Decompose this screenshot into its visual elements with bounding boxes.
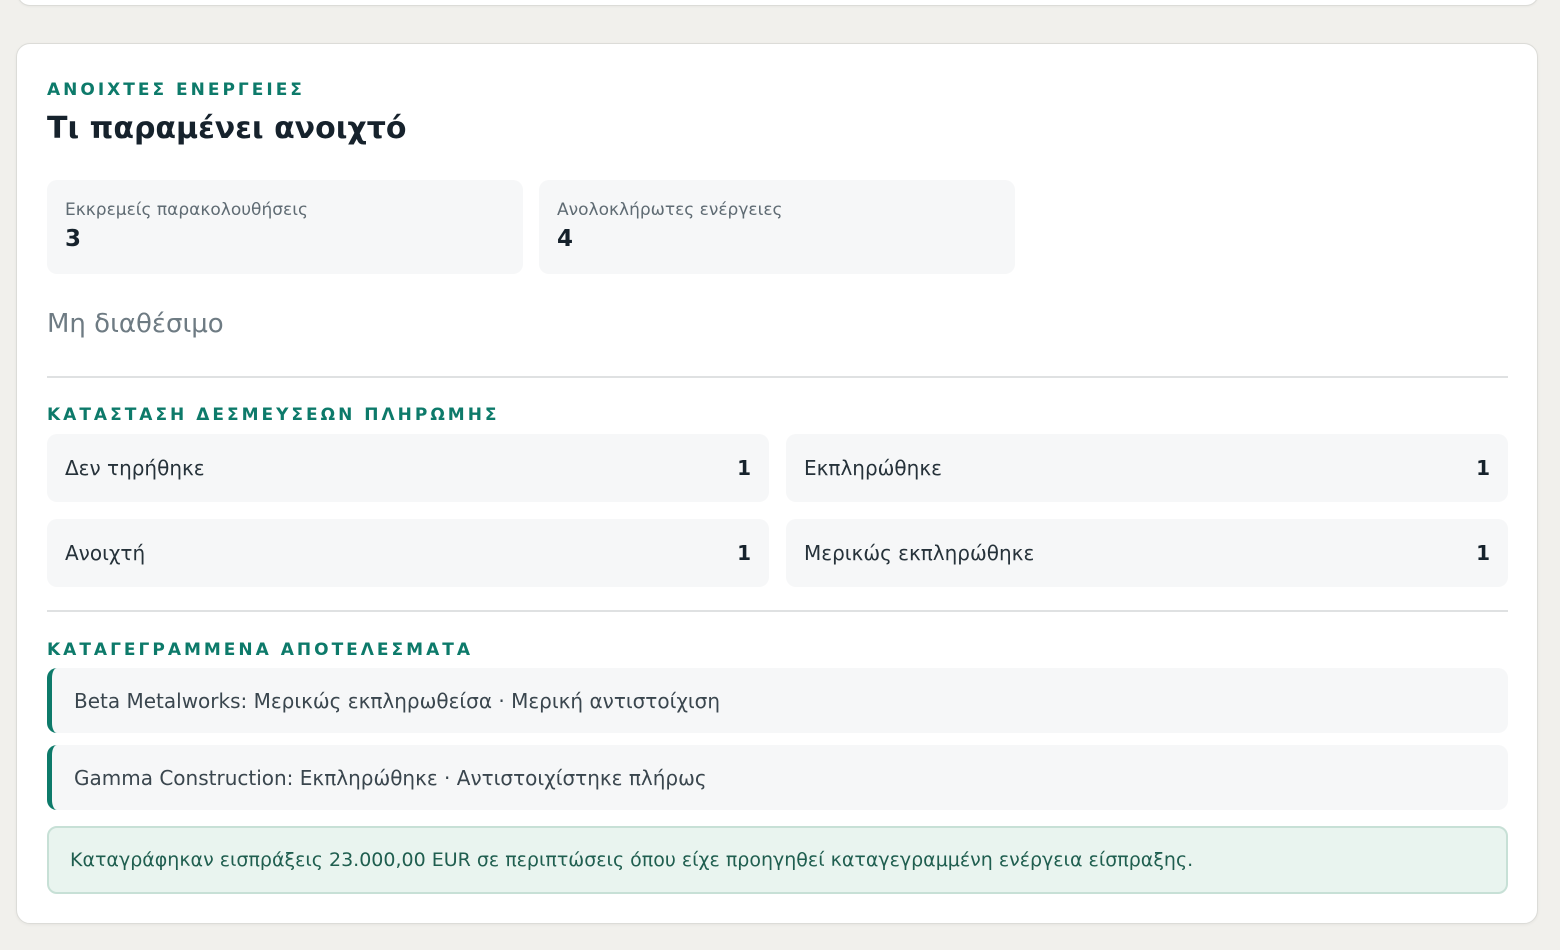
list-item: Gamma Construction: Εκπληρώθηκε · Αντιστ… bbox=[47, 745, 1508, 810]
status-item-partially-fulfilled: Μερικώς εκπληρώθηκε 1 bbox=[786, 519, 1508, 587]
stat-value: 4 bbox=[557, 226, 574, 252]
previous-card bbox=[17, 0, 1539, 6]
stat-incomplete-actions: Ανολοκλήρωτες ενέργειες 4 bbox=[539, 180, 1015, 274]
status-label: Μερικώς εκπληρώθηκε bbox=[804, 541, 1035, 565]
stat-pending-followups: Εκκρεμείς παρακολουθήσεις 3 bbox=[47, 180, 523, 274]
status-label: Ανοιχτή bbox=[65, 541, 146, 565]
stats-row: Εκκρεμείς παρακολουθήσεις 3 Ανολοκλήρωτε… bbox=[47, 180, 1015, 274]
unavailable-text: Μη διαθέσιμο bbox=[47, 309, 224, 339]
section-eyebrow: ΑΝΟΙΧΤΕΣ ΕΝΕΡΓΕΙΕΣ bbox=[47, 80, 305, 100]
stat-label: Ανολοκλήρωτες ενέργειες bbox=[557, 200, 783, 220]
payment-status-grid: Δεν τηρήθηκε 1 Εκπληρώθηκε 1 Ανοιχτή 1 Μ… bbox=[47, 434, 1508, 587]
page-title: Τι παραμένει ανοιχτό bbox=[47, 111, 407, 146]
status-count: 1 bbox=[1476, 456, 1490, 480]
divider bbox=[47, 610, 1508, 612]
status-item-fulfilled: Εκπληρώθηκε 1 bbox=[786, 434, 1508, 502]
list-item: Beta Metalworks: Μερικώς εκπληρωθείσα · … bbox=[47, 668, 1508, 733]
outcomes-list: Beta Metalworks: Μερικώς εκπληρωθείσα · … bbox=[47, 668, 1508, 822]
divider bbox=[47, 376, 1508, 378]
payment-commitments-title: ΚΑΤΑΣΤΑΣΗ ΔΕΣΜΕΥΣΕΩΝ ΠΛΗΡΩΜΗΣ bbox=[47, 405, 500, 425]
status-item-open: Ανοιχτή 1 bbox=[47, 519, 769, 587]
stat-value: 3 bbox=[65, 226, 82, 252]
stat-label: Εκκρεμείς παρακολουθήσεις bbox=[65, 200, 308, 220]
open-actions-card: ΑΝΟΙΧΤΕΣ ΕΝΕΡΓΕΙΕΣ Τι παραμένει ανοιχτό … bbox=[16, 43, 1538, 924]
status-item-not-kept: Δεν τηρήθηκε 1 bbox=[47, 434, 769, 502]
collections-note: Καταγράφηκαν εισπράξεις 23.000,00 EUR σε… bbox=[47, 826, 1508, 894]
status-count: 1 bbox=[737, 456, 751, 480]
status-count: 1 bbox=[1476, 541, 1490, 565]
status-label: Δεν τηρήθηκε bbox=[65, 456, 205, 480]
recorded-outcomes-title: ΚΑΤΑΓΕΓΡΑΜΜΕΝΑ ΑΠΟΤΕΛΕΣΜΑΤΑ bbox=[47, 640, 473, 660]
status-label: Εκπληρώθηκε bbox=[804, 456, 942, 480]
status-count: 1 bbox=[737, 541, 751, 565]
